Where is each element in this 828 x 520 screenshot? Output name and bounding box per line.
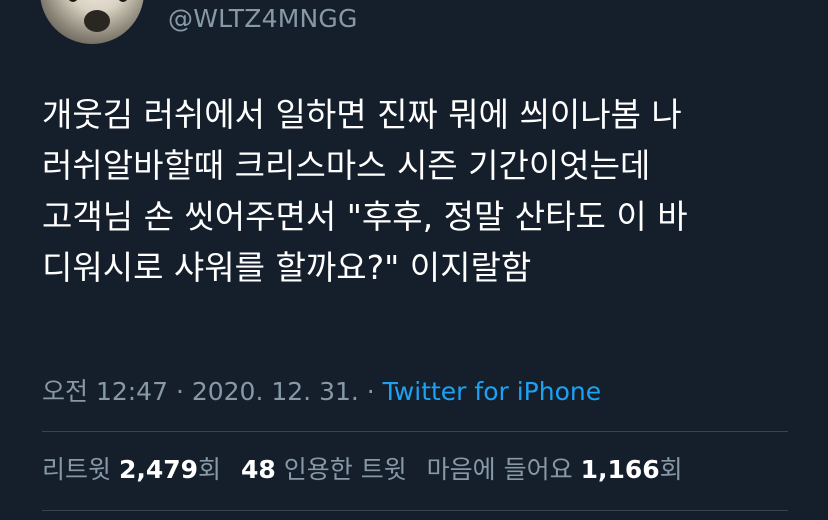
retweets-count: 2,479 (118, 455, 199, 484)
user-handle[interactable]: @WLTZ4MNGG (168, 4, 358, 33)
likes-suffix: 회 (659, 455, 683, 484)
tweet-date[interactable]: 2020. 12. 31. (192, 377, 359, 406)
tweet-source-link[interactable]: Twitter for iPhone (383, 377, 601, 406)
avatar[interactable] (40, 0, 144, 44)
avatar-eye-right (118, 0, 128, 2)
meta-separator: · (168, 377, 192, 406)
quotes-stat[interactable]: 48 인용한 트윗 (241, 455, 407, 484)
divider (42, 510, 788, 511)
tweet-text-line: 개웃김 러쉬에서 일하면 진짜 뭐에 씌이나봄 나 (42, 95, 682, 134)
quotes-count: 48 (241, 455, 276, 484)
tweet-text-line: 디워시로 샤워를 할까요?" 이지랄함 (42, 248, 532, 287)
divider (42, 431, 788, 432)
tweet-meta: 오전 12:47 · 2020. 12. 31. · Twitter for i… (42, 372, 601, 408)
likes-label: 마음에 들어요 (426, 455, 573, 484)
retweets-suffix: 회 (198, 455, 222, 484)
tweet-text: 개웃김 러쉬에서 일하면 진짜 뭐에 씌이나봄 나 러쉬알바할때 크리스마스 시… (42, 89, 812, 293)
likes-count: 1,166 (580, 455, 660, 484)
retweets-stat[interactable]: 리트윗 2,479회 (42, 455, 221, 484)
retweets-label: 리트윗 (42, 455, 112, 484)
tweet-time: 오전 12:47 (42, 377, 168, 406)
avatar-eye-left (68, 0, 78, 2)
avatar-snout (84, 10, 110, 32)
likes-stat[interactable]: 마음에 들어요 1,166회 (427, 455, 683, 484)
tweet-stats: 리트윗 2,479회 48 인용한 트윗 마음에 들어요 1,166회 (42, 450, 683, 486)
meta-separator: · (358, 377, 383, 406)
tweet-text-line: 고객님 손 씻어주면서 "후후, 정말 산타도 이 바 (42, 197, 688, 236)
tweet-text-line: 러쉬알바할때 크리스마스 시즌 기간이엇는데 (42, 146, 651, 185)
quotes-label: 인용한 트윗 (283, 455, 407, 484)
